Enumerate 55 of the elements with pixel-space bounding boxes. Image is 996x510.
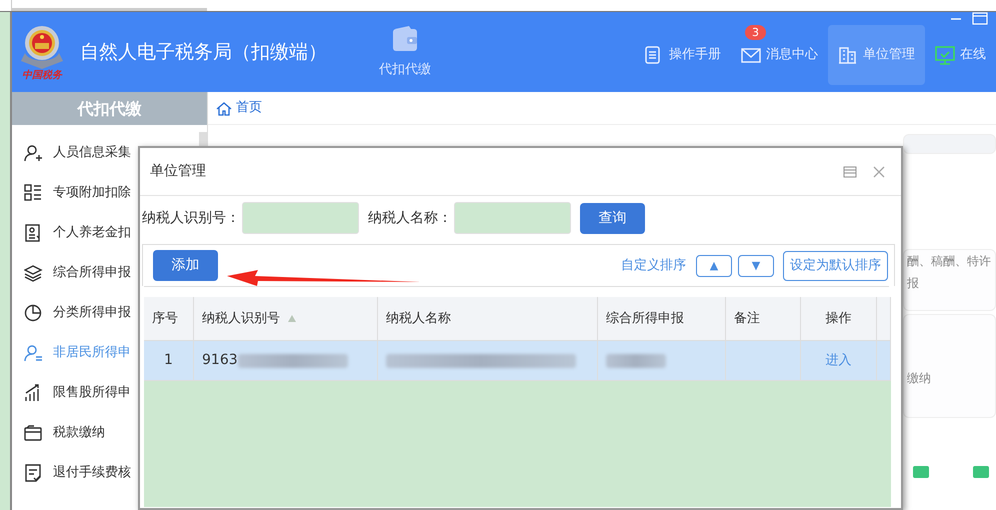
column-header: 纳税人识别号 bbox=[194, 297, 378, 341]
maximize-icon bbox=[972, 12, 988, 25]
pie-chart-icon bbox=[24, 304, 43, 322]
cell-text: 9163 bbox=[202, 351, 238, 370]
sidebar-item[interactable]: 退付手续费核 bbox=[12, 453, 207, 493]
breadcrumb-link[interactable]: 首页 bbox=[236, 98, 262, 118]
default-sort-button[interactable]: 设定为默认排序 bbox=[783, 250, 888, 280]
sort-button[interactable]: ▲ bbox=[696, 254, 732, 276]
enter-link[interactable]: 进入 bbox=[826, 350, 852, 370]
blurred-text bbox=[606, 354, 666, 368]
list-icon bbox=[24, 184, 43, 202]
dialog-title: 单位管理 bbox=[150, 162, 206, 181]
logo-text: 中国税务 bbox=[22, 71, 62, 81]
column-header bbox=[877, 297, 891, 341]
app-icon bbox=[913, 466, 929, 478]
search-button[interactable]: 查询 bbox=[580, 202, 645, 234]
card-text: 缴纳 bbox=[907, 370, 931, 387]
column-header: 综合所得申报 bbox=[598, 297, 726, 341]
toolbar-button[interactable]: 在线 bbox=[925, 25, 996, 85]
sidebar-header: 代扣代缴 bbox=[12, 92, 207, 125]
folder-icon bbox=[24, 424, 43, 442]
toolbar-button[interactable]: 消息中心 3 bbox=[731, 25, 828, 85]
sort-link[interactable]: 自定义排序 bbox=[621, 256, 686, 276]
toolbar-button[interactable]: 操作手册 bbox=[634, 25, 731, 85]
column-header: 纳税人名称 bbox=[378, 297, 598, 341]
column-header: 序号 bbox=[144, 297, 194, 341]
field-label: 纳税人识别号： bbox=[142, 208, 240, 228]
checklist-icon bbox=[24, 464, 43, 482]
card-text: 酬、稿酬、特许 bbox=[907, 253, 991, 270]
envelope-icon bbox=[741, 46, 761, 64]
person-add-icon bbox=[24, 144, 43, 162]
app-icon bbox=[973, 466, 989, 478]
home-icon bbox=[216, 100, 232, 116]
sidebar-item[interactable]: 限售股所得申 bbox=[12, 373, 207, 413]
sort-button[interactable]: ▼ bbox=[738, 254, 774, 276]
layers-icon bbox=[24, 264, 43, 282]
column-header: 备注 bbox=[726, 297, 801, 341]
building-icon bbox=[838, 46, 858, 64]
sidebar-item[interactable]: 税款缴纳 bbox=[12, 413, 207, 453]
add-button[interactable]: 添加 bbox=[153, 250, 218, 281]
monitor-icon bbox=[935, 46, 955, 64]
module-tab[interactable]: 代扣代缴 bbox=[365, 12, 445, 92]
emblem-icon bbox=[19, 23, 65, 71]
card-text: 报 bbox=[907, 275, 919, 292]
toolbar-button[interactable]: 单位管理 bbox=[828, 25, 925, 85]
maximize-icon bbox=[843, 166, 857, 178]
input-field[interactable] bbox=[242, 202, 359, 234]
close-icon bbox=[873, 166, 885, 178]
notification-badge: 3 bbox=[745, 25, 766, 40]
app-title: 自然人电子税务局（扣缴端） bbox=[80, 40, 328, 65]
input-field[interactable] bbox=[454, 202, 571, 234]
field-label: 纳税人名称： bbox=[368, 208, 452, 228]
column-header: 操作 bbox=[801, 297, 877, 341]
person-icon bbox=[24, 344, 43, 362]
cell-text: 1 bbox=[164, 351, 173, 370]
